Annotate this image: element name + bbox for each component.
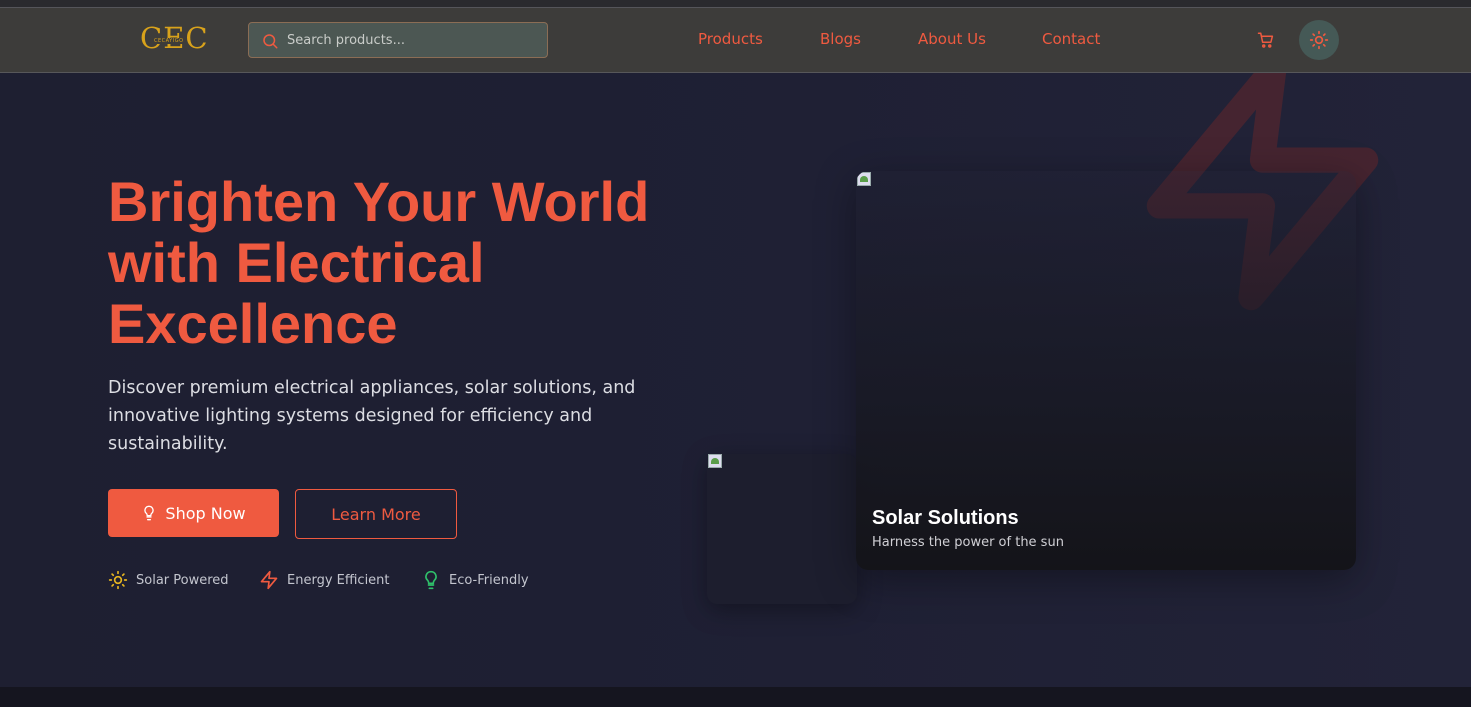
nav-link-products[interactable]: Products — [698, 30, 763, 48]
sun-icon — [1309, 30, 1329, 50]
logo-subtext: CECAYIGO — [152, 38, 186, 44]
feature-label: Eco-Friendly — [449, 572, 529, 588]
feature-solar-powered: Solar Powered — [108, 570, 229, 590]
learn-more-button[interactable]: Learn More — [295, 489, 457, 539]
hero-title-line-2: with Electrical — [108, 231, 485, 294]
feature-eco-friendly: Eco-Friendly — [421, 570, 529, 590]
sun-icon — [108, 570, 128, 590]
card-title: Solar Solutions — [872, 507, 1019, 529]
theme-toggle-button[interactable] — [1299, 20, 1339, 60]
search-input[interactable] — [287, 23, 537, 57]
lightbulb-icon — [144, 505, 155, 521]
hero-section: Brighten Your World with Electrical Exce… — [0, 73, 1471, 687]
shop-now-button[interactable]: Shop Now — [108, 489, 279, 537]
hero-title-line-1: Brighten Your World — [108, 170, 650, 233]
feature-label: Energy Efficient — [287, 572, 390, 588]
hero-title-line-3: Excellence — [108, 292, 398, 355]
lightning-icon — [260, 570, 278, 590]
next-section-edge — [0, 687, 1471, 707]
broken-image-icon — [708, 454, 724, 470]
secondary-product-card[interactable] — [707, 454, 857, 604]
nav-link-blogs[interactable]: Blogs — [820, 30, 861, 48]
feature-energy-efficient: Energy Efficient — [259, 570, 390, 590]
nav-link-about-us[interactable]: About Us — [918, 30, 986, 48]
shop-now-label: Shop Now — [165, 503, 246, 523]
learn-more-label: Learn More — [331, 504, 421, 524]
browser-top-line — [0, 0, 1471, 8]
cart-icon[interactable] — [1257, 31, 1275, 49]
hero-title: Brighten Your World with Electrical Exce… — [108, 171, 728, 354]
search-icon[interactable] — [261, 32, 279, 50]
nav-link-contact[interactable]: Contact — [1042, 30, 1100, 48]
navbar: CEC CECAYIGO Products Blogs About Us Con… — [0, 8, 1471, 73]
search-box — [248, 22, 548, 58]
logo[interactable]: CEC CECAYIGO — [140, 22, 208, 56]
feature-label: Solar Powered — [136, 572, 229, 588]
card-subtitle: Harness the power of the sun — [872, 535, 1064, 550]
broken-image-icon — [857, 172, 873, 188]
lightbulb-icon — [425, 570, 437, 590]
hero-description: Discover premium electrical appliances, … — [108, 378, 636, 454]
featured-product-card[interactable]: Solar Solutions Harness the power of the… — [856, 171, 1356, 570]
